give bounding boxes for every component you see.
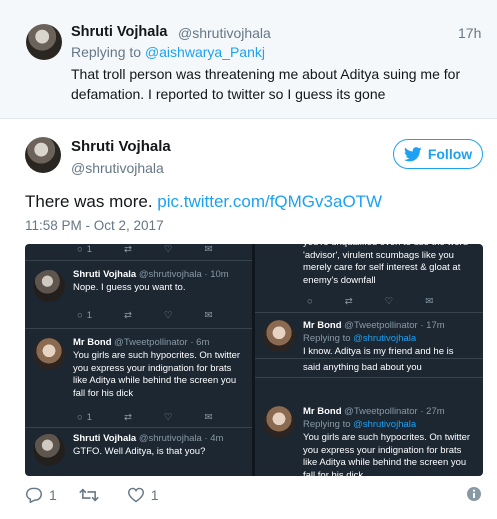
divider — [255, 312, 483, 313]
action-row: ○ 1 ⇄ ♡ ✉ — [77, 244, 213, 255]
screenshot-right-column: you're unqualified even to use the word … — [255, 244, 483, 476]
tweet-timestamp[interactable]: 11:58 PM - Oct 2, 2017 — [25, 218, 164, 233]
divider — [25, 328, 252, 329]
tweet-body: There was more. — [25, 192, 153, 211]
replying-to-link: @shrutivojhala — [353, 419, 417, 430]
reply-count: 1 — [86, 412, 93, 423]
mail-icon: ✉ — [204, 310, 213, 321]
tweet-text: You girls are such hypocrites. On twitte… — [303, 432, 471, 476]
pic-link[interactable]: pic.twitter.com/fQMGv3aOTW — [157, 192, 382, 211]
replying-to-line: Replying to @aishwarya_Pankj — [71, 44, 265, 60]
avatar — [33, 434, 65, 466]
reply-icon: ○ 1 — [77, 412, 93, 423]
heart-icon: ♡ — [164, 412, 173, 423]
tweet-text: GTFO. Well Aditya, is that you? — [73, 446, 206, 457]
tweet-text: That troll person was threatening me abo… — [71, 66, 461, 102]
author-meta: @Tweetpollinator · 6m — [114, 337, 210, 348]
tweet-time[interactable]: 17h — [458, 25, 481, 41]
mail-icon: ✉ — [425, 296, 434, 307]
divider — [255, 358, 483, 359]
divider — [25, 427, 252, 428]
twitter-bird-icon — [403, 146, 422, 161]
reply-icon: ○ — [307, 296, 313, 307]
retweet-icon — [79, 488, 99, 502]
avatar — [263, 406, 295, 438]
tweet-author: Shruti Vojhala @shrutivojhala · 10m — [73, 269, 229, 280]
tweet-text: There was more. pic.twitter.com/fQMGv3aO… — [25, 192, 382, 212]
author-meta: @shrutivojhala · 10m — [138, 269, 229, 280]
retweet-button[interactable] — [79, 487, 105, 503]
tweet-text: I know. Aditya is my friend and he is — [303, 346, 454, 357]
action-row: ○ ⇄ ♡ ✉ — [307, 296, 433, 307]
divider — [255, 377, 483, 378]
replying-prefix: Replying to — [71, 44, 142, 60]
tweet-actions: 1 1 — [25, 483, 181, 507]
divider — [25, 260, 252, 261]
mail-icon: ✉ — [204, 412, 213, 423]
reply-count: 1 — [86, 244, 93, 255]
author-name[interactable]: Shruti Vojhala — [71, 138, 171, 155]
replying-to-line: Replying to @shrutivojhala — [303, 333, 475, 346]
author-name: Mr Bond — [73, 337, 112, 348]
tweet-text: You girls are such hypocrites. On twitte… — [73, 350, 241, 399]
heart-icon: ♡ — [164, 244, 173, 255]
mail-icon: ✉ — [204, 244, 213, 255]
reply-tweet[interactable]: Shruti Vojhala @shrutivojhala 17h Replyi… — [0, 0, 497, 119]
reply-icon — [25, 487, 43, 503]
action-row: ○ 1 ⇄ ♡ ✉ — [77, 310, 213, 321]
author-meta: @Tweetpollinator · 17m — [344, 320, 445, 331]
replying-to-line: Replying to @shrutivojhala — [303, 419, 475, 432]
author-name: Mr Bond — [303, 320, 342, 331]
author-handle[interactable]: @shrutivojhala — [71, 160, 164, 176]
reply-icon: ○ 1 — [77, 244, 93, 255]
replying-prefix: Replying to — [303, 419, 351, 430]
author-name: Mr Bond — [303, 406, 342, 417]
retweet-icon: ⇄ — [124, 244, 133, 255]
replying-to-link: @shrutivojhala — [353, 333, 417, 344]
replying-prefix: Replying to — [303, 333, 351, 344]
follow-label: Follow — [427, 146, 473, 162]
tweet-author: Mr Bond @Tweetpollinator · 17m — [303, 320, 445, 331]
retweet-icon: ⇄ — [344, 296, 353, 307]
author-meta: @shrutivojhala · 4m — [138, 433, 224, 444]
retweet-icon: ⇄ — [124, 412, 133, 423]
tweet-text: you're unqualified even to use the word … — [303, 244, 468, 286]
reply-button[interactable]: 1 — [25, 487, 57, 503]
author-name: Shruti Vojhala — [73, 433, 137, 444]
author-meta: @Tweetpollinator · 27m — [344, 406, 445, 417]
heart-icon: ♡ — [384, 296, 394, 307]
avatar — [33, 270, 65, 302]
avatar[interactable] — [26, 24, 62, 60]
author-name: Shruti Vojhala — [73, 269, 137, 280]
reply-icon: ○ 1 — [77, 310, 93, 321]
like-count: 1 — [150, 487, 159, 503]
tweet-author: Shruti Vojhala @shrutivojhala · 4m — [73, 433, 223, 444]
author-handle[interactable]: @shrutivojhala — [178, 25, 271, 41]
heart-icon: ♡ — [164, 310, 173, 321]
avatar — [263, 320, 295, 352]
avatar[interactable] — [25, 137, 61, 173]
action-row: ○ 1 ⇄ ♡ ✉ — [77, 412, 213, 423]
replying-to-link[interactable]: @aishwarya_Pankj — [145, 44, 265, 60]
tweet-author: Mr Bond @Tweetpollinator · 27m — [303, 406, 445, 417]
tweet-text: said anything bad about you — [303, 362, 422, 373]
follow-button[interactable]: Follow — [393, 139, 483, 169]
reply-count: 1 — [49, 487, 57, 503]
like-button[interactable]: 1 — [127, 487, 159, 503]
tweet-author: Mr Bond @Tweetpollinator · 6m — [73, 337, 209, 348]
author-name[interactable]: Shruti Vojhala — [71, 24, 167, 40]
heart-icon — [127, 487, 144, 503]
avatar — [33, 338, 65, 370]
more-info-icon[interactable] — [466, 486, 482, 502]
attached-image[interactable]: ○ 1 ⇄ ♡ ✉ Shruti Vojhala @shrutivojhala ·… — [25, 244, 483, 476]
retweet-icon: ⇄ — [124, 310, 133, 321]
reply-count: 1 — [86, 310, 93, 321]
tweet-text: Nope. I guess you want to. — [73, 282, 186, 293]
screenshot-left-column: ○ 1 ⇄ ♡ ✉ Shruti Vojhala @shrutivojhala ·… — [25, 244, 252, 476]
